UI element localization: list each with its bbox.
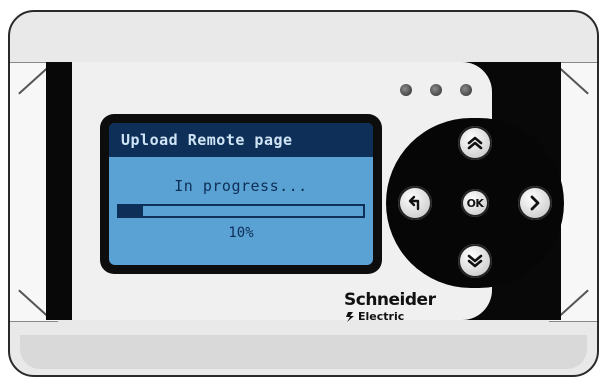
navigation-keypad: OK bbox=[386, 118, 564, 288]
status-led bbox=[400, 84, 412, 96]
back-button[interactable] bbox=[398, 186, 432, 220]
brand-name: Schneider bbox=[344, 290, 436, 310]
chevron-right-icon bbox=[530, 195, 540, 211]
progress-fill bbox=[119, 206, 144, 216]
ok-button[interactable]: OK bbox=[461, 189, 489, 217]
ok-label: OK bbox=[466, 196, 484, 210]
progress-label: 10% bbox=[228, 225, 254, 241]
status-text: In progress... bbox=[174, 177, 308, 195]
schneider-electric-logo: Schneider Electric bbox=[344, 290, 436, 323]
screen-title: Upload Remote page bbox=[109, 123, 373, 157]
down-button[interactable] bbox=[458, 244, 492, 278]
status-led bbox=[460, 84, 472, 96]
life-is-on-logo-icon bbox=[346, 312, 354, 322]
lcd-screen: Upload Remote page In progress... 10% bbox=[109, 123, 373, 265]
back-arrow-icon bbox=[408, 195, 420, 211]
device-bottom-edge bbox=[20, 335, 587, 369]
progress-bar bbox=[117, 204, 365, 218]
double-chevron-down-icon bbox=[467, 254, 483, 268]
right-button[interactable] bbox=[518, 186, 552, 220]
brand-sub: Electric bbox=[358, 310, 405, 323]
status-led bbox=[430, 84, 442, 96]
double-chevron-up-icon bbox=[467, 136, 483, 150]
lcd-frame: Upload Remote page In progress... 10% bbox=[100, 114, 382, 274]
up-button[interactable] bbox=[458, 126, 492, 160]
